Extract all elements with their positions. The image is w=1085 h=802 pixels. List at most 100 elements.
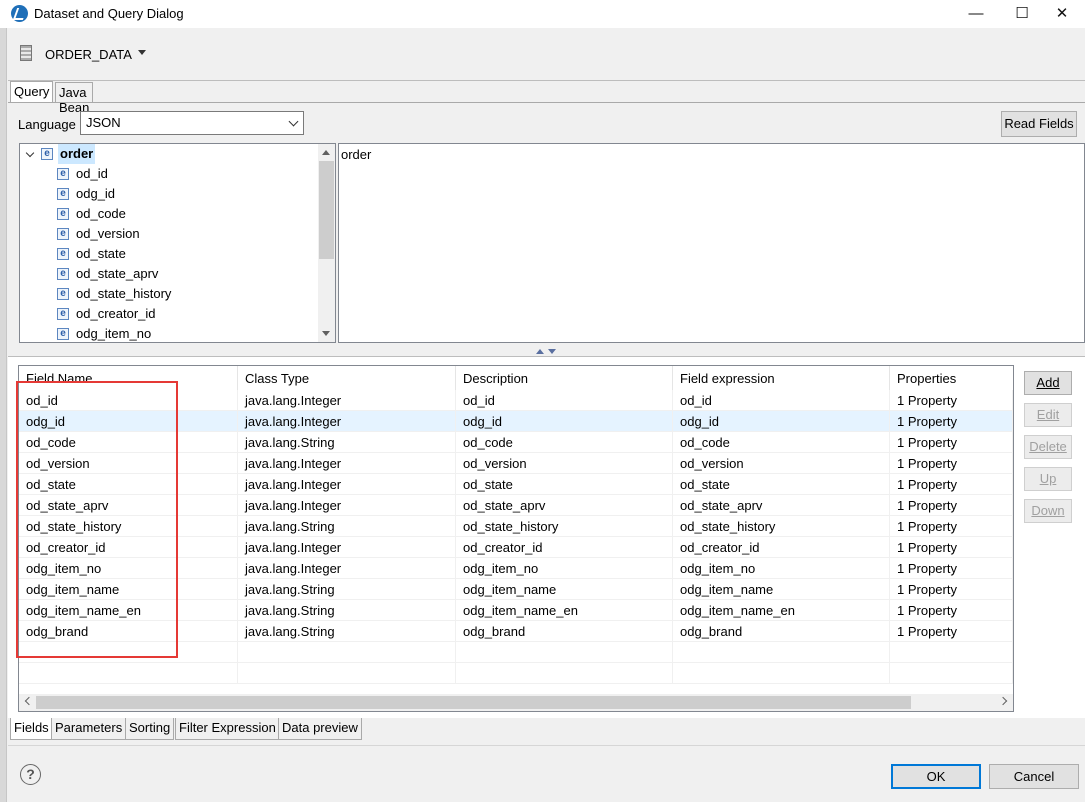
scroll-left-icon[interactable] — [24, 696, 34, 706]
scroll-right-icon[interactable] — [998, 696, 1008, 706]
help-icon[interactable]: ? — [20, 764, 41, 785]
column-header-properties[interactable]: Properties — [890, 366, 1013, 390]
cell-class-type: java.lang.Integer — [238, 537, 456, 558]
table-row[interactable]: odg_item_no java.lang.Integer odg_item_no o… — [19, 558, 1013, 579]
add-button[interactable]: Add — [1024, 371, 1072, 395]
tree-item[interactable]: e od_version — [20, 224, 320, 244]
column-header-description[interactable]: Description — [456, 366, 673, 390]
cell-description: od_code — [456, 432, 673, 453]
cell-field-expression: odg_item_name_en — [673, 600, 890, 621]
tree-item[interactable]: e od_id — [20, 164, 320, 184]
cell-class-type: java.lang.Integer — [238, 558, 456, 579]
cell-field-expression: odg_item_name — [673, 579, 890, 600]
tab-fields[interactable]: Fields — [10, 718, 53, 740]
json-schema-tree[interactable]: e order e od_id e odg_id e od_code e od_… — [19, 143, 336, 343]
tree-root-item[interactable]: e order — [20, 144, 320, 164]
cell-properties: 1 Property — [890, 411, 1013, 432]
tree-item-label: od_state — [76, 246, 126, 261]
tree-item[interactable]: e od_state_aprv — [20, 264, 320, 284]
cell-field-name — [19, 642, 238, 663]
table-row[interactable]: odg_brand java.lang.String odg_brand odg_br… — [19, 621, 1013, 642]
query-expression-editor[interactable]: order — [338, 143, 1085, 343]
tree-item[interactable]: e od_code — [20, 204, 320, 224]
cell-properties: 1 Property — [890, 453, 1013, 474]
column-header-class-type[interactable]: Class Type — [238, 366, 456, 390]
language-select[interactable]: JSON — [80, 111, 304, 135]
cancel-button[interactable]: Cancel — [989, 764, 1079, 789]
tab-sorting[interactable]: Sorting — [125, 718, 175, 740]
table-row[interactable]: odg_item_name_en java.lang.String odg_item… — [19, 600, 1013, 621]
tree-item[interactable]: e odg_id — [20, 184, 320, 204]
cell-class-type: java.lang.Integer — [238, 453, 456, 474]
table-row-empty[interactable] — [19, 663, 1013, 684]
read-fields-button[interactable]: Read Fields — [1001, 111, 1077, 137]
cell-properties — [890, 642, 1013, 663]
table-row[interactable]: odg_id java.lang.Integer odg_id odg_id 1 Pro… — [19, 411, 1013, 432]
column-header-field-expression[interactable]: Field expression — [673, 366, 890, 390]
cell-field-expression — [673, 663, 890, 684]
query-body: Language JSON Read Fields e order e od_i… — [8, 102, 1085, 354]
tree-item-label: od_creator_id — [76, 306, 156, 321]
delete-button[interactable]: Delete — [1024, 435, 1072, 459]
dropdown-arrow-icon[interactable] — [138, 50, 146, 55]
cell-description: odg_item_name_en — [456, 600, 673, 621]
scroll-down-icon[interactable] — [322, 331, 330, 336]
cell-field-name: odg_id — [19, 411, 238, 432]
tree-item[interactable]: e od_state_history — [20, 284, 320, 304]
app-logo-icon — [11, 5, 28, 22]
scroll-up-icon[interactable] — [322, 150, 330, 155]
background-window-strip — [0, 28, 7, 802]
cell-field-name: od_state_aprv — [19, 495, 238, 516]
tree-item-label: od_id — [76, 166, 108, 181]
tree-item[interactable]: e od_state — [20, 244, 320, 264]
dataset-name: ORDER_DATA — [45, 47, 132, 62]
table-row[interactable]: od_state_aprv java.lang.Integer od_state_a… — [19, 495, 1013, 516]
cell-class-type: java.lang.String — [238, 579, 456, 600]
down-button[interactable]: Down — [1024, 499, 1072, 523]
scrollbar-thumb[interactable] — [36, 696, 911, 709]
table-row[interactable]: od_version java.lang.Integer od_version od_… — [19, 453, 1013, 474]
cell-class-type: java.lang.String — [238, 516, 456, 537]
tab-filter-expression[interactable]: Filter Expression — [175, 718, 280, 740]
expand-down-icon[interactable] — [548, 349, 556, 354]
fields-table[interactable]: Field Name Class Type Description Field … — [18, 365, 1014, 712]
tree-scrollbar[interactable] — [318, 144, 335, 342]
table-horizontal-scrollbar[interactable] — [19, 694, 1013, 711]
tab-java-bean[interactable]: Java Bean — [55, 82, 94, 115]
expand-caret-icon[interactable] — [25, 148, 35, 158]
close-button[interactable]: ✕ — [1039, 0, 1085, 28]
collapse-up-icon[interactable] — [536, 349, 544, 354]
column-header-field-name[interactable]: Field Name — [19, 366, 238, 390]
cell-field-name: odg_brand — [19, 621, 238, 642]
table-row[interactable]: od_state java.lang.Integer od_state od_stat… — [19, 474, 1013, 495]
tab-parameters[interactable]: Parameters — [51, 718, 127, 740]
table-row-empty[interactable] — [19, 642, 1013, 663]
cell-field-name: od_state — [19, 474, 238, 495]
tree-item[interactable]: e od_creator_id — [20, 304, 320, 324]
table-row[interactable]: od_creator_id java.lang.Integer od_creator… — [19, 537, 1013, 558]
dataset-selector[interactable]: ORDER_DATA — [8, 28, 1085, 80]
tree-item[interactable]: e odg_item_no — [20, 324, 320, 342]
tab-query[interactable]: Query — [10, 81, 54, 103]
language-value: JSON — [86, 115, 121, 130]
panel-sash[interactable] — [536, 348, 560, 356]
table-row[interactable]: odg_item_name java.lang.String odg_item_na… — [19, 579, 1013, 600]
cell-properties: 1 Property — [890, 474, 1013, 495]
window-title: Dataset and Query Dialog — [34, 6, 184, 21]
table-row[interactable]: od_state_history java.lang.String od_state… — [19, 516, 1013, 537]
tab-data-preview[interactable]: Data preview — [278, 718, 362, 740]
cell-class-type: java.lang.String — [238, 621, 456, 642]
cell-description: odg_item_no — [456, 558, 673, 579]
cell-properties: 1 Property — [890, 537, 1013, 558]
up-button[interactable]: Up — [1024, 467, 1072, 491]
cell-field-name: odg_item_name — [19, 579, 238, 600]
cell-description: od_id — [456, 390, 673, 411]
edit-button[interactable]: Edit — [1024, 403, 1072, 427]
scrollbar-thumb[interactable] — [319, 161, 334, 259]
tree-item-label: odg_id — [76, 186, 116, 201]
table-row[interactable]: od_code java.lang.String od_code od_code 1 P… — [19, 432, 1013, 453]
ok-button[interactable]: OK — [891, 764, 981, 789]
cell-class-type — [238, 663, 456, 684]
minimize-button[interactable]: — — [953, 0, 999, 28]
table-row[interactable]: od_id java.lang.Integer od_id od_id 1 Proper… — [19, 390, 1013, 411]
